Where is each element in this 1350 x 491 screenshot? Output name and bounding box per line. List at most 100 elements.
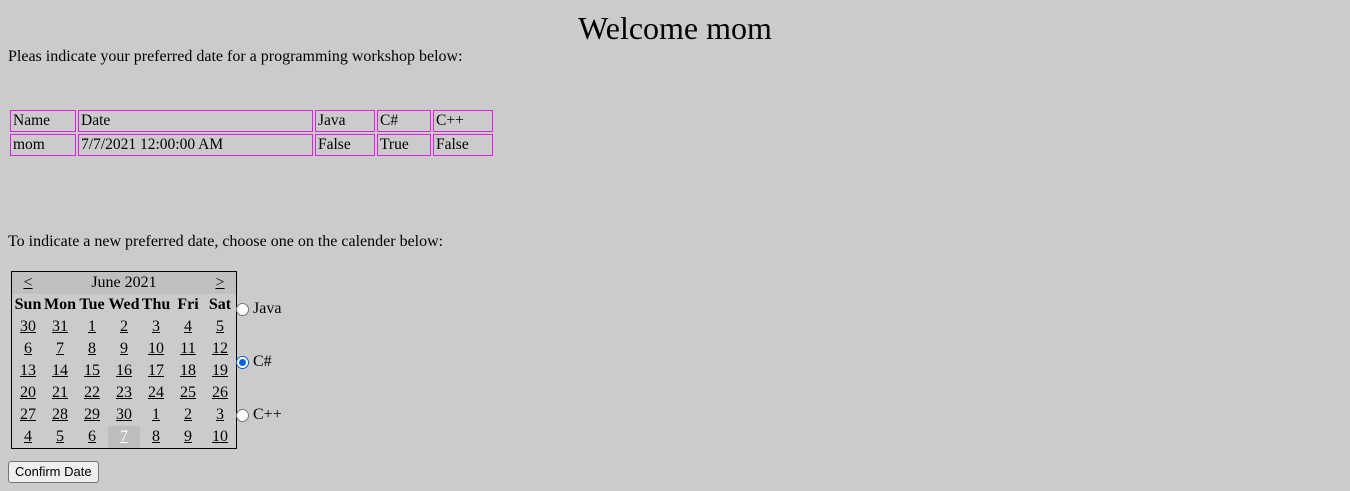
weekday-header: Sun: [14, 296, 42, 313]
calendar-week: 13 14 15 16 17 18 19: [12, 360, 237, 382]
calendar-day-link[interactable]: 13: [20, 362, 36, 379]
calendar-day-cell: 2: [172, 404, 204, 426]
calendar-day-cell: 1: [76, 316, 108, 338]
calendar-day-link[interactable]: 4: [24, 428, 32, 445]
prev-month-link[interactable]: <: [23, 274, 32, 291]
calendar-day-link[interactable]: 27: [20, 406, 36, 423]
calendar-day-link[interactable]: 20: [20, 384, 36, 401]
calendar-day-link[interactable]: 2: [184, 406, 192, 423]
calendar-week: 4 5 6 7 8 9 10: [12, 426, 237, 449]
calendar-day-cell: 31: [44, 316, 76, 338]
calendar-day-cell: 14: [44, 360, 76, 382]
calendar-day-link[interactable]: 14: [52, 362, 68, 379]
calendar-day-link[interactable]: 5: [56, 428, 64, 445]
calendar-day-link[interactable]: 2: [120, 318, 128, 335]
calendar-day-link[interactable]: 10: [148, 340, 164, 357]
radio-button[interactable]: [236, 408, 249, 422]
calendar-day-link[interactable]: 1: [88, 318, 96, 335]
calendar-day-link[interactable]: 3: [152, 318, 160, 335]
calendar-day-cell: 20: [12, 382, 45, 404]
calendar-day-link[interactable]: 26: [212, 384, 228, 401]
radio-cpp[interactable]: C++: [236, 406, 282, 424]
calendar-day-cell: 9: [172, 426, 204, 449]
calendar: < June 2021 > Sun Mon Tue Wed Thu Fri Sat 30 31…: [11, 271, 237, 449]
weekday-header: Sat: [208, 296, 232, 313]
calendar-day-link[interactable]: 3: [216, 406, 224, 423]
calendar-day-link[interactable]: 12: [212, 340, 228, 357]
calendar-day-link[interactable]: 23: [116, 384, 132, 401]
calendar-day-link[interactable]: 30: [20, 318, 36, 335]
calendar-week: 30 31 1 2 3 4 5: [12, 316, 237, 338]
calendar-day-link[interactable]: 16: [116, 362, 132, 379]
radio-csharp[interactable]: C#: [236, 353, 272, 371]
calendar-day-cell: 17: [140, 360, 172, 382]
calendar-day-link[interactable]: 17: [148, 362, 164, 379]
calendar-day-link[interactable]: 22: [84, 384, 100, 401]
radio-label: C++: [253, 406, 282, 423]
header-csharp: C#: [377, 110, 431, 132]
calendar-day-cell: 9: [108, 338, 140, 360]
calendar-day-cell: 22: [76, 382, 108, 404]
calendar-month-title: June 2021: [44, 271, 204, 294]
calendar-day-link[interactable]: 21: [52, 384, 68, 401]
radio-label: Java: [253, 300, 282, 317]
calendar-week: 6 7 8 9 10 11 12: [12, 338, 237, 360]
calendar-day-link[interactable]: 18: [180, 362, 196, 379]
cell-csharp: True: [377, 134, 431, 156]
calendar-day-link[interactable]: 24: [148, 384, 164, 401]
calendar-day-link[interactable]: 8: [152, 428, 160, 445]
calendar-day-link[interactable]: 28: [52, 406, 68, 423]
next-month-link[interactable]: >: [215, 274, 224, 291]
calendar-day-cell: 28: [44, 404, 76, 426]
calendar-day-cell: 12: [204, 338, 237, 360]
header-cpp: C++: [433, 110, 493, 132]
radio-button[interactable]: [236, 355, 249, 369]
table-header-row: Name Date Java C# C++: [10, 110, 493, 132]
next-month-cell: >: [204, 271, 237, 294]
radio-button[interactable]: [236, 302, 249, 316]
calendar-day-cell: 8: [140, 426, 172, 449]
radio-java[interactable]: Java: [236, 300, 281, 318]
calendar-day-link[interactable]: 30: [116, 406, 132, 423]
calendar-day-link[interactable]: 31: [52, 318, 68, 335]
calendar-day-link[interactable]: 15: [84, 362, 100, 379]
calendar-day-link[interactable]: 9: [184, 428, 192, 445]
calendar-day-link[interactable]: 19: [212, 362, 228, 379]
calendar-week: 20 21 22 23 24 25 26: [12, 382, 237, 404]
calendar-day-link[interactable]: 7: [120, 428, 128, 445]
cell-name: mom: [10, 134, 76, 156]
weekday-header: Mon: [44, 296, 76, 313]
calendar-day-cell: 19: [204, 360, 237, 382]
calendar-day-cell: 10: [204, 426, 237, 449]
calendar-day-link[interactable]: 6: [88, 428, 96, 445]
weekday-header: Thu: [141, 296, 171, 313]
calendar-day-cell: 7: [108, 426, 140, 449]
cell-java: False: [315, 134, 375, 156]
calendar-day-link[interactable]: 8: [88, 340, 96, 357]
calendar-day-cell: 6: [76, 426, 108, 449]
calendar-day-link[interactable]: 29: [84, 406, 100, 423]
calendar-day-link[interactable]: 1: [152, 406, 160, 423]
calendar-day-cell: 25: [172, 382, 204, 404]
header-java: Java: [315, 110, 375, 132]
table-row: mom 7/7/2021 12:00:00 AM False True Fals…: [10, 134, 493, 156]
intro-text: Pleas indicate your preferred date for a…: [8, 48, 463, 65]
confirm-date-button[interactable]: Confirm Date: [8, 461, 99, 483]
calendar-day-link[interactable]: 9: [120, 340, 128, 357]
calendar-day-link[interactable]: 7: [56, 340, 64, 357]
weekday-header: Tue: [79, 296, 105, 313]
calendar-day-cell: 5: [44, 426, 76, 449]
calendar-day-link[interactable]: 5: [216, 318, 224, 335]
calendar-day-cell: 13: [12, 360, 45, 382]
calendar-day-cell: 10: [140, 338, 172, 360]
calendar-day-cell: 2: [108, 316, 140, 338]
calendar-day-link[interactable]: 11: [180, 340, 195, 357]
calendar-day-cell: 23: [108, 382, 140, 404]
calendar-day-link[interactable]: 6: [24, 340, 32, 357]
calendar-day-cell: 4: [12, 426, 45, 449]
calendar-day-link[interactable]: 4: [184, 318, 192, 335]
calendar-day-cell: 1: [140, 404, 172, 426]
calendar-day-link[interactable]: 25: [180, 384, 196, 401]
prev-month-cell: <: [11, 271, 44, 294]
calendar-day-link[interactable]: 10: [212, 428, 228, 445]
